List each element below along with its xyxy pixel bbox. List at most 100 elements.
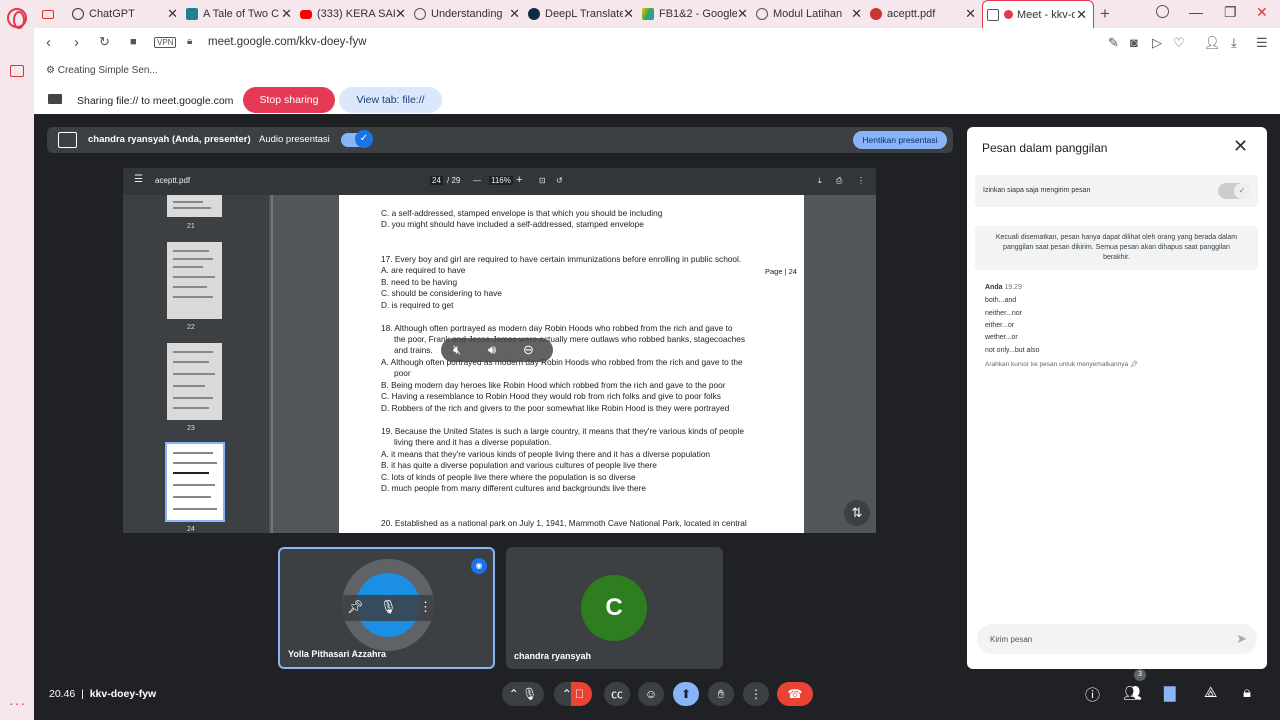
clock: 20.46 xyxy=(49,688,76,700)
stop-sharing-button[interactable]: Stop sharing xyxy=(243,87,335,113)
opera-logo-icon[interactable] xyxy=(7,8,27,29)
mic-icon[interactable]: 🎙︎ xyxy=(380,599,397,615)
sidebar-divider[interactable] xyxy=(271,195,273,533)
zoom-level[interactable]: 116% xyxy=(489,176,513,185)
chat-message[interactable]: not only...but also xyxy=(985,347,1039,354)
camera-icon[interactable]: ■ xyxy=(130,36,137,48)
more-options-button[interactable]: ⋮ xyxy=(743,682,769,706)
shared-tab-title-text: Creating Simple Sen... xyxy=(57,65,158,76)
url-field[interactable]: meet.google.com/kkv-doey-fyw xyxy=(208,36,367,48)
leave-call-button[interactable]: ☎ xyxy=(777,682,813,706)
tab-tale[interactable]: A Tale of Two C ✕ xyxy=(186,0,298,28)
globe-icon xyxy=(756,8,768,20)
chat-message[interactable]: either...or xyxy=(985,322,1014,329)
close-tab-icon[interactable]: ✕ xyxy=(395,6,412,22)
lock-icon[interactable]: 🔒︎ xyxy=(187,36,192,47)
page-thumbnail[interactable] xyxy=(167,242,222,319)
tab-meet[interactable]: Meet - kkv-d ✕ xyxy=(982,0,1094,28)
allow-messages-toggle[interactable] xyxy=(1218,183,1250,199)
zoom-in-button[interactable]: + xyxy=(516,174,522,186)
snapshot-icon[interactable]: ◙ xyxy=(1130,35,1138,50)
send-icon[interactable]: ▷ xyxy=(1152,35,1162,51)
tab-drive[interactable]: FB1&2 - Google ✕ xyxy=(642,0,754,28)
close-tab-icon[interactable]: ✕ xyxy=(1076,7,1093,23)
audio-toggle[interactable] xyxy=(341,130,373,148)
more-vert-icon[interactable]: ⋮ xyxy=(419,599,432,615)
account-icon[interactable]: 👤︎ xyxy=(1204,35,1221,51)
tab-pdf[interactable]: aceptt.pdf ✕ xyxy=(870,0,982,28)
new-tab-button[interactable]: + xyxy=(1100,4,1110,24)
emoji-button[interactable]: ☺ xyxy=(638,682,664,706)
restore-button[interactable]: ❐ xyxy=(1224,4,1237,21)
rotate-icon[interactable]: ↺ xyxy=(556,176,563,185)
tab-gmail[interactable] xyxy=(42,0,68,28)
pdf-text-line: B. need to be having xyxy=(381,277,458,287)
close-tab-icon[interactable]: ✕ xyxy=(509,6,526,22)
page-input[interactable]: 24 xyxy=(430,176,443,185)
send-icon[interactable]: ➤ xyxy=(1236,631,1247,647)
print-icon[interactable]: ⎙ xyxy=(836,176,842,186)
close-tab-icon[interactable]: ✕ xyxy=(623,6,640,22)
page-thumbnail-current[interactable] xyxy=(165,442,225,522)
stop-presenting-button[interactable]: Hentikan presentasi xyxy=(853,131,947,149)
mute-icon[interactable]: 🔇︎ xyxy=(453,342,461,358)
more-icon[interactable]: ··· xyxy=(9,695,26,711)
view-tab-button[interactable]: View tab: file:// xyxy=(339,87,442,113)
chat-message[interactable]: neither...nor xyxy=(985,310,1022,317)
settings-icon[interactable]: ☰ xyxy=(1256,35,1268,51)
camera-off-button[interactable]: ⌃ ⃠ xyxy=(554,682,592,706)
participant-tile[interactable]: 📌︎ 🎙︎ ⋮ ◉ Yolla Pithasari Azzahra xyxy=(278,547,495,669)
participant-name: chandra ryansyah xyxy=(514,651,592,661)
forward-button[interactable]: › xyxy=(74,34,79,51)
close-icon[interactable]: ✕ xyxy=(1233,136,1248,157)
activities-icon[interactable]: ⟁ xyxy=(1204,684,1217,701)
chat-message[interactable]: both...and xyxy=(985,297,1016,304)
participant-tile[interactable]: C chandra ryansyah xyxy=(506,547,723,669)
thumbnail-number: 21 xyxy=(187,223,195,230)
back-button[interactable]: ‹ xyxy=(46,34,51,51)
close-tab-icon[interactable]: ✕ xyxy=(281,6,298,22)
vpn-badge[interactable]: VPN xyxy=(154,37,177,48)
close-tab-icon[interactable]: ✕ xyxy=(737,6,754,22)
tab-youtube[interactable]: (333) KERA SAK ✕ xyxy=(300,0,412,28)
more-options-icon[interactable]: ⋮ xyxy=(857,176,865,185)
message-input[interactable]: Kirim pesan ➤ xyxy=(977,624,1257,654)
reload-button[interactable]: ↻ xyxy=(99,34,110,50)
edit-icon[interactable]: ✎ xyxy=(1108,35,1119,51)
download-icon[interactable]: ⤓ xyxy=(818,176,822,186)
close-window-button[interactable]: ✕ xyxy=(1256,4,1268,21)
tab-chatgpt[interactable]: ChatGPT ✕ xyxy=(72,0,184,28)
pdf-text-line: poor xyxy=(394,368,411,378)
close-tab-icon[interactable]: ✕ xyxy=(167,6,184,22)
tab-understanding[interactable]: Understanding ✕ xyxy=(414,0,526,28)
chat-message[interactable]: wether...or xyxy=(985,334,1018,341)
volume-icon[interactable]: 🔊︎ xyxy=(488,342,496,358)
captions-button[interactable]: ㏄ xyxy=(604,682,630,706)
minimize-button[interactable]: — xyxy=(1189,4,1203,20)
page-thumbnail[interactable] xyxy=(167,343,222,420)
zoom-out-button[interactable]: — xyxy=(473,176,481,185)
tab-deepl[interactable]: DeepL Translate ✕ xyxy=(528,0,640,28)
raise-hand-button[interactable]: ✋︎ xyxy=(708,682,734,706)
info-icon[interactable]: ⓘ xyxy=(1085,684,1100,705)
menu-icon[interactable]: ☰ xyxy=(134,174,143,185)
present-button[interactable]: ⬆ xyxy=(673,682,699,706)
remove-icon[interactable]: ⊖ xyxy=(523,342,534,358)
heart-icon[interactable]: ♡ xyxy=(1173,35,1185,51)
search-tabs-icon[interactable] xyxy=(1156,5,1169,18)
close-tab-icon[interactable]: ✕ xyxy=(851,6,868,22)
people-icon[interactable]: 👥︎ xyxy=(1123,684,1142,702)
message-header: Anda 19.29 xyxy=(985,284,1022,291)
host-controls-icon[interactable]: 🔒︎ xyxy=(1243,684,1251,701)
tab-modul[interactable]: Modul Latihan ✕ xyxy=(756,0,868,28)
tab-audio-controls: 🔇︎ 🔊︎ ⊖ xyxy=(441,338,553,362)
swap-icon[interactable]: ⇅ xyxy=(844,500,870,526)
pin-icon[interactable]: 📌︎ xyxy=(347,599,364,615)
chat-icon[interactable]: ▇ xyxy=(1164,684,1176,702)
mic-button[interactable]: ⌃ 🎙︎ xyxy=(502,682,544,706)
shopping-bag-icon[interactable] xyxy=(10,65,24,77)
page-thumbnail[interactable] xyxy=(167,195,222,217)
fit-page-icon[interactable]: ⊡ xyxy=(539,176,546,185)
download-icon[interactable]: ⤓ xyxy=(1231,35,1237,51)
close-tab-icon[interactable]: ✕ xyxy=(965,6,982,22)
